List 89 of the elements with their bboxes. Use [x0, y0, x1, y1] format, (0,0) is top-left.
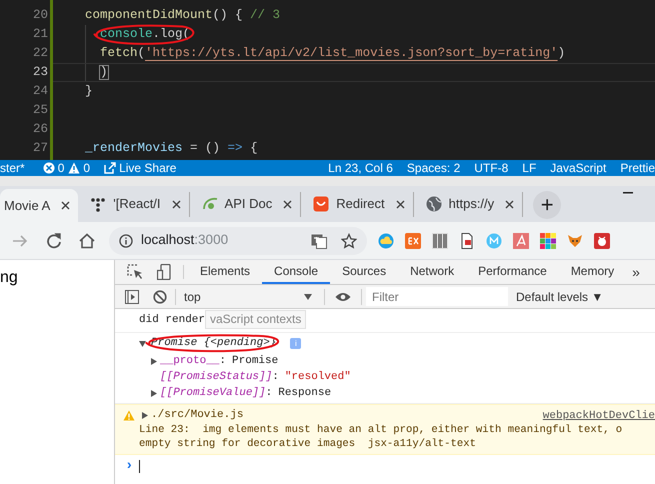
devtools-tab[interactable]: Memory	[558, 260, 626, 284]
share-icon	[104, 162, 116, 174]
close-icon[interactable]	[505, 200, 514, 208]
code-line: )	[100, 66, 108, 79]
info-badge: i	[290, 338, 302, 348]
line-number: 25	[32, 102, 48, 119]
code-line: _renderMovies = () => {	[85, 142, 258, 155]
collapsed-triangle-icon[interactable]	[150, 358, 157, 364]
error-count: 0	[58, 160, 64, 176]
context-dropdown[interactable]: top	[184, 288, 316, 306]
close-icon[interactable]	[172, 200, 181, 208]
sidebar-toggle-icon[interactable]	[125, 290, 139, 304]
source-link[interactable]: webpackHotDevClie	[542, 408, 655, 424]
clear-console-icon[interactable]	[153, 290, 167, 304]
line-number: 20	[32, 7, 48, 24]
cloud-icon[interactable]	[378, 232, 394, 248]
source-file-text[interactable]: ./src/Movie.js	[151, 407, 244, 424]
browser-tab[interactable]: API Doc	[190, 192, 302, 216]
extension-icon[interactable]	[405, 232, 421, 248]
tooltip: vaScript contexts	[205, 310, 306, 329]
more-tabs-button[interactable]: »	[626, 260, 646, 284]
browser-tab[interactable]: https://y	[414, 192, 524, 216]
warning-text: empty string for decorative images jsx-a11y/alt-text	[138, 437, 477, 451]
new-tab-button[interactable]: +	[533, 191, 562, 219]
line-number: 22	[32, 45, 48, 62]
browser-tab[interactable]: Redirect	[301, 192, 414, 216]
live-share-button[interactable]: Live Share	[119, 160, 176, 176]
line-number: 23	[32, 64, 48, 81]
property-line[interactable]: __proto__: Promise	[160, 352, 278, 370]
warning-count: 0	[83, 160, 90, 176]
console-object-text[interactable]: Promise {<pending>}	[151, 334, 276, 352]
close-icon[interactable]	[396, 200, 405, 208]
eye-icon[interactable]	[335, 292, 351, 302]
minimize-icon[interactable]	[623, 192, 633, 194]
line-number: 26	[32, 121, 48, 138]
branch-label[interactable]: ster*	[0, 160, 39, 176]
property-line: [[PromiseStatus]]: "resolved"	[160, 370, 351, 385]
status-item[interactable]: JavaScript	[550, 160, 606, 176]
dropdown-arrow-icon	[304, 294, 312, 300]
devtools-tab[interactable]: Sources	[330, 260, 398, 284]
console-log-text: did render	[139, 313, 206, 328]
devtools-tab[interactable]: Network	[398, 260, 466, 284]
url-text: localhost:3000	[141, 231, 230, 250]
expanded-triangle-icon[interactable]	[139, 340, 146, 346]
pdf-icon[interactable]	[513, 232, 529, 248]
inspect-icon[interactable]	[127, 264, 143, 280]
fox-icon[interactable]	[567, 232, 583, 248]
color-grid-icon[interactable]	[540, 232, 556, 248]
page-text: ng	[0, 269, 18, 286]
browser-tab[interactable]: Movie A	[0, 189, 78, 222]
code-line: console.log(	[100, 28, 190, 41]
collapsed-triangle-icon[interactable]	[141, 412, 148, 419]
address-bar[interactable]: localhost:3000	[109, 226, 367, 254]
levels-dropdown[interactable]: Default levels ▼	[516, 288, 604, 306]
stripes-icon[interactable]	[432, 232, 448, 248]
collapsed-triangle-icon[interactable]	[150, 390, 157, 396]
property-line[interactable]: [[PromiseValue]]: Response	[160, 384, 332, 402]
device-icon[interactable]	[157, 264, 171, 280]
line-number: 27	[32, 140, 48, 157]
code-line: }	[85, 85, 93, 98]
bug-icon[interactable]	[594, 232, 610, 248]
reload-icon[interactable]	[46, 232, 62, 248]
dots-icon	[90, 196, 106, 212]
document-icon[interactable]	[459, 232, 475, 248]
devtools-tab[interactable]: Elements	[188, 260, 262, 284]
info-icon	[119, 234, 133, 248]
code-line: componentDidMount() { // 3	[85, 9, 280, 22]
warning-text: Line 23: img elements must have an alt prop, either with meaningful text, o	[138, 423, 624, 437]
arc-dot-icon	[202, 196, 218, 212]
home-icon[interactable]	[79, 232, 95, 248]
close-icon[interactable]	[283, 200, 292, 208]
status-item[interactable]: UTF-8	[474, 160, 508, 176]
line-number: 24	[32, 83, 48, 100]
warning-icon	[123, 410, 135, 421]
star-icon[interactable]	[341, 232, 357, 248]
browser-tab[interactable]: '[React/I	[78, 192, 190, 216]
devtools-tab[interactable]: Performance	[466, 260, 559, 284]
shopping-bag-icon	[313, 196, 330, 212]
close-icon[interactable]	[61, 201, 70, 210]
filter-field[interactable]: Filter	[366, 287, 508, 306]
status-item[interactable]: LF	[522, 160, 536, 176]
code-line: fetch('https://yts.lt/api/v2/list_movies.json?sort_by=rating')	[100, 47, 566, 60]
globe-icon	[426, 196, 442, 212]
status-item[interactable]: Ln 23, Col 6	[328, 160, 393, 176]
status-item[interactable]: Prettie	[620, 160, 655, 176]
prompt-icon: ›	[125, 456, 134, 476]
line-number: 21	[32, 26, 48, 43]
text-cursor	[139, 460, 140, 472]
status-item[interactable]: Spaces: 2	[406, 160, 460, 176]
